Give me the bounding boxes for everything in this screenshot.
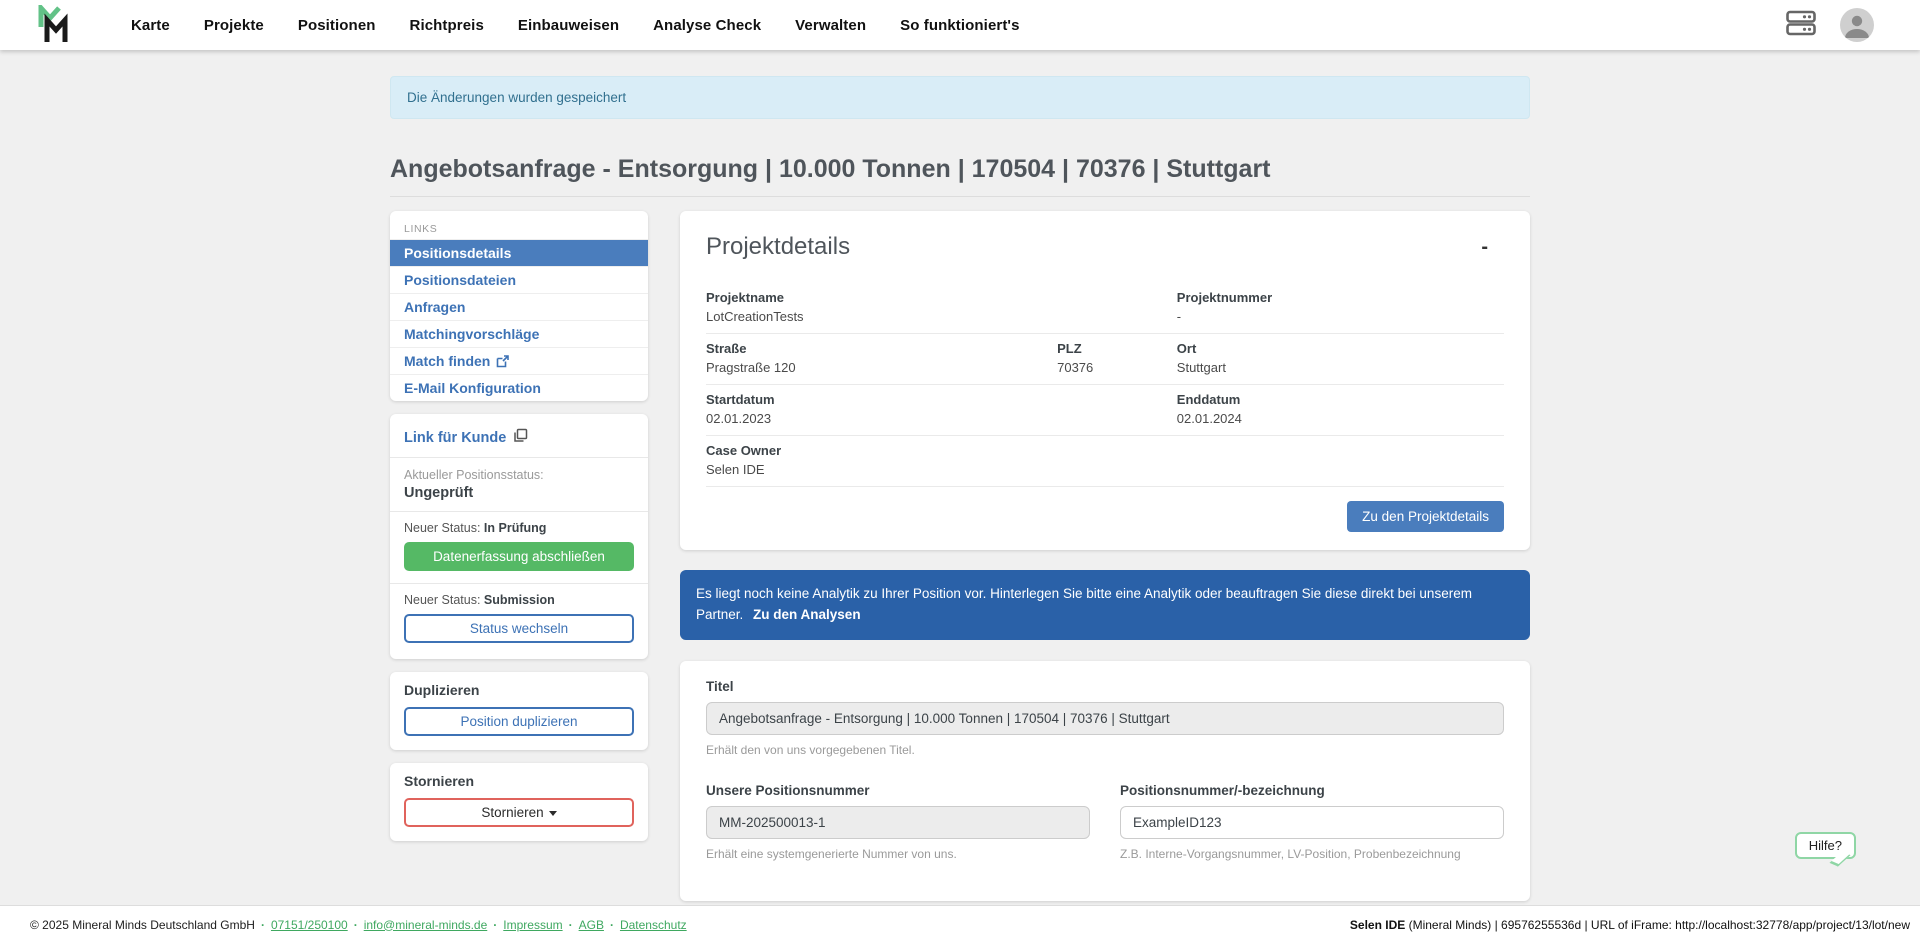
position-number-label: Positionsnummer/-bezeichnung xyxy=(1120,783,1504,798)
titel-label: Titel xyxy=(706,679,1504,694)
go-to-project-details-button[interactable]: Zu den Projektdetails xyxy=(1347,501,1504,532)
project-details-grid: Projektname LotCreationTests Projektnumm… xyxy=(706,283,1504,487)
footer-datenschutz-link[interactable]: Datenschutz xyxy=(604,918,687,932)
footer-left: © 2025 Mineral Minds Deutschland GmbH 07… xyxy=(30,918,687,932)
footer: © 2025 Mineral Minds Deutschland GmbH 07… xyxy=(0,905,1920,943)
sidebar-item-anfragen[interactable]: Anfragen xyxy=(390,293,648,320)
plz-field: PLZ 70376 xyxy=(1057,334,1177,384)
status-card: Link für Kunde Aktueller Positionsstatus… xyxy=(390,414,648,659)
nav-item-einbauweisen[interactable]: Einbauweisen xyxy=(501,17,636,34)
main-navigation: Karte Projekte Positionen Richtpreis Ein… xyxy=(114,17,1037,34)
our-position-number-input xyxy=(706,806,1090,839)
cancel-dropdown-button[interactable]: Stornieren xyxy=(404,798,634,827)
sidebar-item-matchingvorschlaege[interactable]: Matchingvorschläge xyxy=(390,320,648,347)
nav-item-analyse-check[interactable]: Analyse Check xyxy=(636,17,778,34)
current-status-label: Aktueller Positionsstatus: xyxy=(404,468,634,482)
switch-status-button[interactable]: Status wechseln xyxy=(404,614,634,643)
cancel-card: Stornieren Stornieren xyxy=(390,763,648,841)
sidebar-item-email-konfiguration[interactable]: E-Mail Konfiguration xyxy=(390,374,648,401)
sidebar-item-label: Positionsdateien xyxy=(404,272,516,288)
server-icon[interactable] xyxy=(1786,10,1816,41)
links-card-header: LINKS xyxy=(390,217,648,239)
ort-field: Ort Stuttgart xyxy=(1177,334,1504,384)
sidebar-item-label: Positionsdetails xyxy=(404,245,511,261)
our-position-number-label: Unsere Positionsnummer xyxy=(706,783,1090,798)
project-details-card: Projektdetails - Projektname LotCreation… xyxy=(680,211,1530,550)
duplicate-position-button[interactable]: Position duplizieren xyxy=(404,707,634,736)
footer-phone-link[interactable]: 07151/250100 xyxy=(255,918,348,932)
sidebar-item-positionsdateien[interactable]: Positionsdateien xyxy=(390,266,648,293)
project-details-title: Projektdetails xyxy=(706,233,850,261)
saved-alert-text: Die Änderungen wurden gespeichert xyxy=(407,90,626,105)
new-status-line-2: Neuer Status: Submission xyxy=(404,593,634,607)
copyright-text: © 2025 Mineral Minds Deutschland GmbH xyxy=(30,918,255,932)
nav-item-so-funktionierts[interactable]: So funktioniert's xyxy=(883,17,1036,34)
sidebar-item-label: Matchingvorschläge xyxy=(404,326,539,342)
titel-input xyxy=(706,702,1504,735)
strasse-field: Straße Pragstraße 120 xyxy=(706,334,1057,384)
sidebar: LINKS Positionsdetails Positionsdateien … xyxy=(390,211,648,914)
sidebar-item-label: E-Mail Konfiguration xyxy=(404,380,541,396)
mineral-minds-logo[interactable] xyxy=(38,5,72,45)
sidebar-item-label: Match finden xyxy=(404,353,490,369)
divider xyxy=(390,511,648,512)
links-card: LINKS Positionsdetails Positionsdateien … xyxy=(390,211,648,401)
position-number-field: Positionsnummer/-bezeichnung Z.B. Intern… xyxy=(1120,783,1504,861)
duplicate-card-title: Duplizieren xyxy=(404,682,634,698)
our-position-number-field: Unsere Positionsnummer Erhält eine syste… xyxy=(706,783,1090,861)
help-button[interactable]: Hilfe? xyxy=(1795,832,1856,859)
footer-impressum-link[interactable]: Impressum xyxy=(487,918,562,932)
sidebar-item-positionsdetails[interactable]: Positionsdetails xyxy=(390,239,648,266)
page-body: Die Änderungen wurden gespeichert Angebo… xyxy=(0,50,1920,943)
divider xyxy=(390,583,648,584)
analytics-banner: Es liegt noch keine Analytik zu Ihrer Po… xyxy=(680,570,1530,640)
new-status-line-1: Neuer Status: In Prüfung xyxy=(404,521,634,535)
startdatum-field: Startdatum 02.01.2023 xyxy=(706,385,1177,435)
nav-item-karte[interactable]: Karte xyxy=(114,17,187,34)
customer-link-label: Link für Kunde xyxy=(404,430,506,446)
nav-item-projekte[interactable]: Projekte xyxy=(187,17,281,34)
main-content: Projektdetails - Projektname LotCreation… xyxy=(680,211,1530,914)
divider xyxy=(706,486,1504,487)
collapse-icon[interactable]: - xyxy=(1473,233,1496,261)
customer-link[interactable]: Link für Kunde xyxy=(404,424,634,457)
current-status-value: Ungeprüft xyxy=(404,485,634,501)
nav-item-verwalten[interactable]: Verwalten xyxy=(778,17,883,34)
divider xyxy=(390,457,648,458)
titel-help-text: Erhält den von uns vorgegebenen Titel. xyxy=(706,743,1504,757)
complete-data-entry-button[interactable]: Datenerfassung abschließen xyxy=(404,542,634,571)
position-number-input[interactable] xyxy=(1120,806,1504,839)
enddatum-field: Enddatum 02.01.2024 xyxy=(1177,385,1504,435)
sidebar-item-match-finden[interactable]: Match finden xyxy=(390,347,648,374)
position-form-card: Titel Erhält den von uns vorgegebenen Ti… xyxy=(680,661,1530,901)
footer-agb-link[interactable]: AGB xyxy=(563,918,604,932)
page-title: Angebotsanfrage - Entsorgung | 10.000 To… xyxy=(390,155,1530,197)
projektname-field: Projektname LotCreationTests xyxy=(706,283,1177,333)
saved-alert: Die Änderungen wurden gespeichert xyxy=(390,76,1530,119)
top-navbar: Karte Projekte Positionen Richtpreis Ein… xyxy=(0,0,1920,50)
chevron-down-icon xyxy=(549,811,557,816)
nav-item-positionen[interactable]: Positionen xyxy=(281,17,393,34)
user-avatar-icon[interactable] xyxy=(1840,8,1874,42)
case-owner-field: Case Owner Selen IDE xyxy=(706,436,1504,486)
external-link-icon xyxy=(496,355,509,368)
go-to-analyses-link[interactable]: Zu den Analysen xyxy=(753,607,861,622)
nav-item-richtpreis[interactable]: Richtpreis xyxy=(393,17,501,34)
footer-email-link[interactable]: info@mineral-minds.de xyxy=(348,918,488,932)
duplicate-card: Duplizieren Position duplizieren xyxy=(390,672,648,750)
position-number-help: Z.B. Interne-Vorgangsnummer, LV-Position… xyxy=(1120,847,1504,861)
footer-session-info: Selen IDE (Mineral Minds) | 69576255536d… xyxy=(1350,918,1910,932)
navbar-right xyxy=(1786,8,1874,42)
sidebar-item-label: Anfragen xyxy=(404,299,465,315)
copy-icon xyxy=(513,428,528,447)
our-position-number-help: Erhält eine systemgenerierte Nummer von … xyxy=(706,847,1090,861)
cancel-card-title: Stornieren xyxy=(404,773,634,789)
projektnummer-field: Projektnummer - xyxy=(1177,283,1504,333)
